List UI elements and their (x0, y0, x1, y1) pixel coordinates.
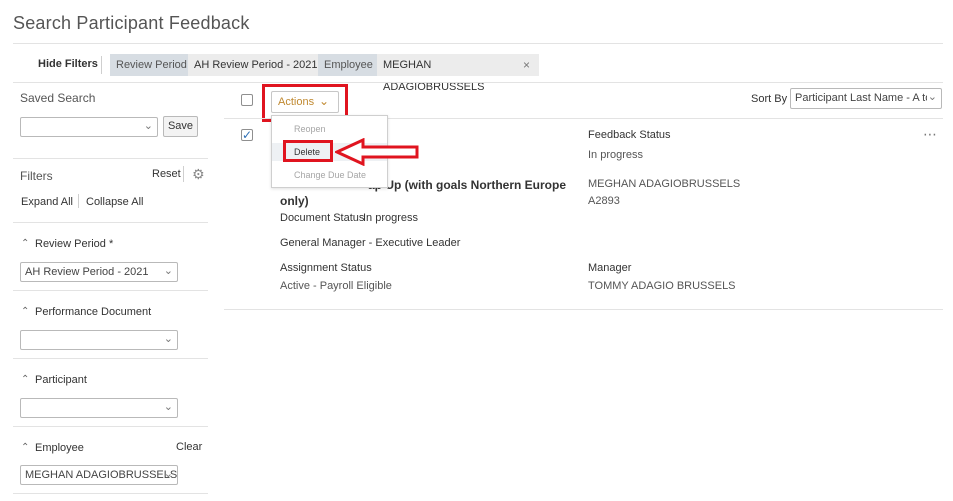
reset-separator (183, 166, 184, 182)
sidebar-divider (13, 358, 208, 359)
annotation-arrow-icon (335, 138, 419, 166)
employee-label: Employee (35, 442, 84, 454)
menu-item-reopen[interactable]: Reopen (272, 120, 387, 138)
gear-icon[interactable]: ⚙ (192, 166, 205, 183)
review-period-label: Review Period * (35, 238, 114, 250)
chevron-down-icon: ⌄ (927, 91, 937, 103)
collapse-caret-icon[interactable]: ⌃ (21, 238, 29, 249)
title-divider (13, 43, 943, 44)
sidebar-divider (13, 222, 208, 223)
chip-employee-key: Employee (318, 54, 379, 76)
checkmark-icon: ✓ (242, 128, 253, 142)
filter-bar-divider (13, 82, 943, 83)
feedback-status-value: In progress (588, 149, 644, 161)
saved-search-select[interactable]: ⌄ (20, 117, 158, 137)
hide-filters-link[interactable]: Hide Filters (38, 58, 98, 70)
sidebar-divider (13, 426, 208, 427)
collapse-caret-icon[interactable]: ⌃ (21, 306, 29, 317)
more-options-icon[interactable]: ⋯ (923, 126, 938, 143)
employee-number: A2893 (588, 195, 620, 207)
saved-search-heading: Saved Search (20, 91, 96, 105)
employee-value: MEGHAN ADAGIOBRUSSELS (25, 469, 178, 481)
collapse-caret-icon[interactable]: ⌃ (21, 374, 29, 385)
sidebar-divider (13, 158, 208, 159)
filters-heading: Filters (20, 169, 53, 183)
document-status-label: Document Status (280, 212, 365, 224)
review-period-value: AH Review Period - 2021 (25, 266, 149, 278)
document-status-value: In progress (363, 212, 419, 224)
save-search-button[interactable]: Save (163, 116, 198, 137)
sort-by-select[interactable]: Participant Last Name - A to Z ⌄ (790, 88, 942, 109)
annotation-delete-highlight (283, 140, 333, 162)
row-checkbox[interactable]: ✓ (241, 129, 253, 141)
chip-review-period-value[interactable]: AH Review Period - 2021 (188, 54, 324, 76)
review-period-select[interactable]: AH Review Period - 2021 ⌄ (20, 262, 178, 282)
participant-select[interactable]: ⌄ (20, 398, 178, 418)
clear-employee-link[interactable]: Clear (176, 441, 202, 453)
employee-select[interactable]: MEGHAN ADAGIOBRUSSELS ⌄ (20, 465, 178, 485)
document-title-line2[interactable]: only) (280, 194, 309, 208)
expand-collapse-separator (78, 194, 79, 208)
page-title: Search Participant Feedback (13, 13, 250, 33)
expand-all-link[interactable]: Expand All (21, 196, 73, 208)
chevron-down-icon: ⌄ (163, 265, 173, 277)
job-role: General Manager - Executive Leader (280, 237, 461, 249)
chevron-down-icon: ⌄ (163, 333, 173, 345)
assignment-status-value: Active - Payroll Eligible (280, 280, 392, 292)
assignment-status-label: Assignment Status (280, 262, 372, 274)
chip-employee-value-text: MEGHAN ADAGIOBRUSSELS (383, 59, 485, 93)
chevron-down-icon: ⌄ (163, 468, 173, 480)
menu-item-change-due-date[interactable]: Change Due Date (272, 166, 387, 184)
sidebar-divider (13, 290, 208, 291)
performance-document-select[interactable]: ⌄ (20, 330, 178, 350)
chip-separator (101, 56, 102, 74)
sidebar-divider (13, 493, 208, 494)
performance-document-label: Performance Document (35, 306, 152, 318)
employee-name[interactable]: MEGHAN ADAGIOBRUSSELS (588, 178, 740, 190)
collapse-caret-icon[interactable]: ⌃ (21, 442, 29, 453)
manager-label: Manager (588, 262, 632, 274)
remove-chip-icon[interactable]: × (523, 58, 530, 72)
manager-value: TOMMY ADAGIO BRUSSELS (588, 280, 736, 292)
document-title-line1[interactable]: ap Up (with goals Northern Europe (368, 178, 566, 192)
sort-by-value: Participant Last Name - A to Z (795, 92, 927, 104)
collapse-all-link[interactable]: Collapse All (86, 196, 143, 208)
feedback-status-label: Feedback Status (588, 129, 671, 141)
chip-employee-value[interactable]: MEGHAN ADAGIOBRUSSELS (377, 54, 539, 93)
reset-filters-link[interactable]: Reset (152, 168, 181, 180)
chevron-down-icon: ⌄ (163, 401, 173, 413)
results-bottom-divider (224, 309, 943, 310)
participant-label: Participant (35, 374, 87, 386)
select-all-checkbox[interactable] (241, 94, 253, 106)
chevron-down-icon: ⌄ (143, 120, 153, 132)
chip-review-period-key: Review Period (110, 54, 193, 76)
sort-by-label: Sort By (751, 93, 788, 105)
